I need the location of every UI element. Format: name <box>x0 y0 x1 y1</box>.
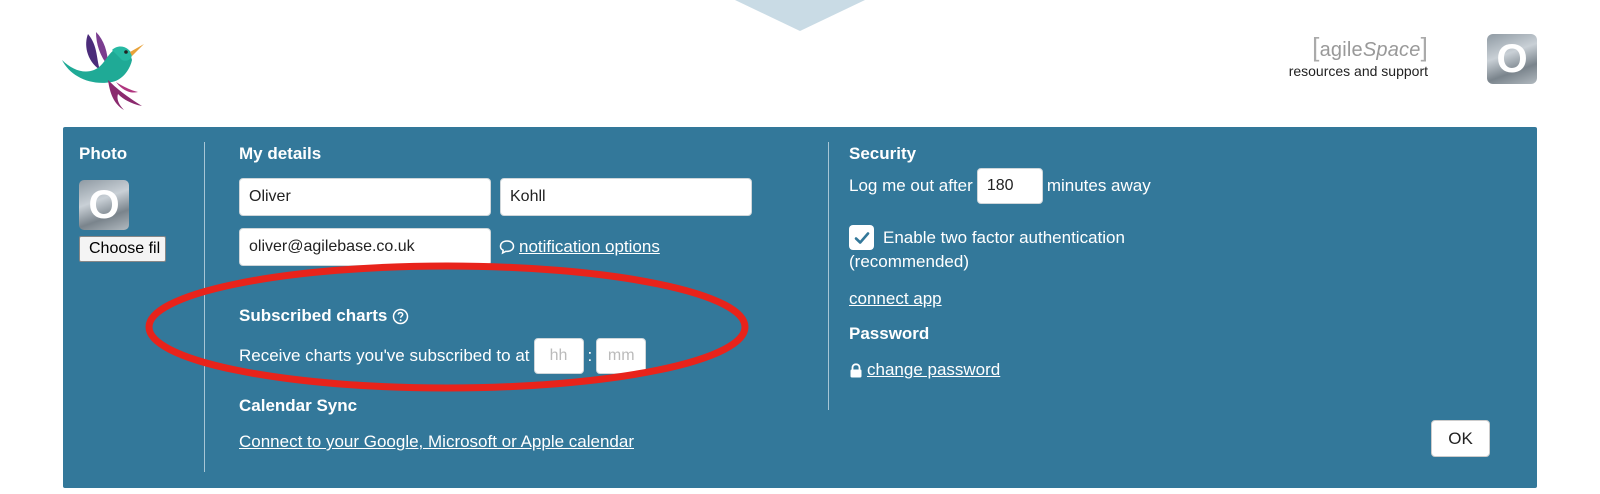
ok-button[interactable]: OK <box>1431 420 1490 457</box>
subscribed-charts-title: Subscribed charts <box>239 306 388 325</box>
my-details-heading: My details <box>239 144 322 163</box>
hummingbird-logo <box>62 32 144 110</box>
profile-photo: O <box>79 180 129 230</box>
subscribed-charts-heading: Subscribed charts <box>239 306 799 326</box>
password-heading: Password <box>849 324 930 343</box>
help-icon[interactable] <box>392 308 409 325</box>
divider <box>828 142 829 410</box>
brand-word-space: Space <box>1362 39 1421 61</box>
logout-suffix-text: minutes away <box>1046 176 1151 195</box>
connect-calendar-link[interactable]: Connect to your Google, Microsoft or App… <box>239 432 634 451</box>
brand-word-agile: agile <box>1319 39 1363 61</box>
time-separator: : <box>587 346 593 365</box>
change-password-label: change password <box>867 360 1001 379</box>
logout-row: Log me out after 180 minutes away <box>849 168 1209 204</box>
choose-file-button[interactable]: Choose fil <box>79 236 166 262</box>
notification-options-link[interactable]: notification options <box>499 237 660 257</box>
user-avatar-initial: O <box>1496 36 1528 81</box>
two-factor-checkbox[interactable] <box>849 225 874 250</box>
two-factor-row: Enable two factor authentication <box>849 225 1209 250</box>
hours-input[interactable]: hh <box>533 338 584 374</box>
subscribed-time-row: Receive charts you've subscribed to at h… <box>239 338 799 374</box>
brand-name: [agileSpace] <box>1289 32 1428 63</box>
logout-minutes-input[interactable]: 180 <box>976 168 1043 204</box>
photo-section: Photo O Choose fil <box>79 144 189 262</box>
connect-app-link[interactable]: connect app <box>849 289 942 308</box>
security-section: Security Log me out after 180 minutes aw… <box>849 144 1209 380</box>
brand-bracket-open: [ <box>1312 32 1320 62</box>
brand-subtitle: resources and support <box>1288 63 1428 79</box>
logout-prefix-text: Log me out after <box>849 176 973 195</box>
brand-bracket-close: ] <box>1420 32 1428 62</box>
top-pointer-triangle <box>735 0 865 31</box>
brand-block[interactable]: [agileSpace] resources and support <box>1289 32 1428 79</box>
details-section: My details Oliver Kohll oliver@agilebase… <box>239 144 799 452</box>
speech-bubble-icon <box>499 240 515 255</box>
calendar-sync-heading: Calendar Sync <box>239 396 358 415</box>
change-password-link[interactable]: change password <box>849 360 1209 380</box>
profile-panel: Photo O Choose fil My details Oliver Koh… <box>63 127 1537 488</box>
two-factor-note: (recommended) <box>849 252 969 271</box>
receive-charts-text: Receive charts you've subscribed to at <box>239 346 530 365</box>
profile-photo-initial: O <box>88 182 120 227</box>
lock-icon <box>850 362 862 377</box>
last-name-field[interactable]: Kohll <box>500 178 752 216</box>
first-name-field[interactable]: Oliver <box>239 178 491 216</box>
two-factor-label: Enable two factor authentication <box>883 227 1125 247</box>
user-avatar[interactable]: O <box>1487 34 1537 84</box>
minutes-input[interactable]: mm <box>596 338 647 374</box>
divider <box>204 142 205 472</box>
notification-options-label: notification options <box>519 237 660 256</box>
security-heading: Security <box>849 144 917 163</box>
photo-heading: Photo <box>79 144 128 163</box>
checkmark-icon <box>854 231 869 244</box>
email-field[interactable]: oliver@agilebase.co.uk <box>239 228 491 266</box>
